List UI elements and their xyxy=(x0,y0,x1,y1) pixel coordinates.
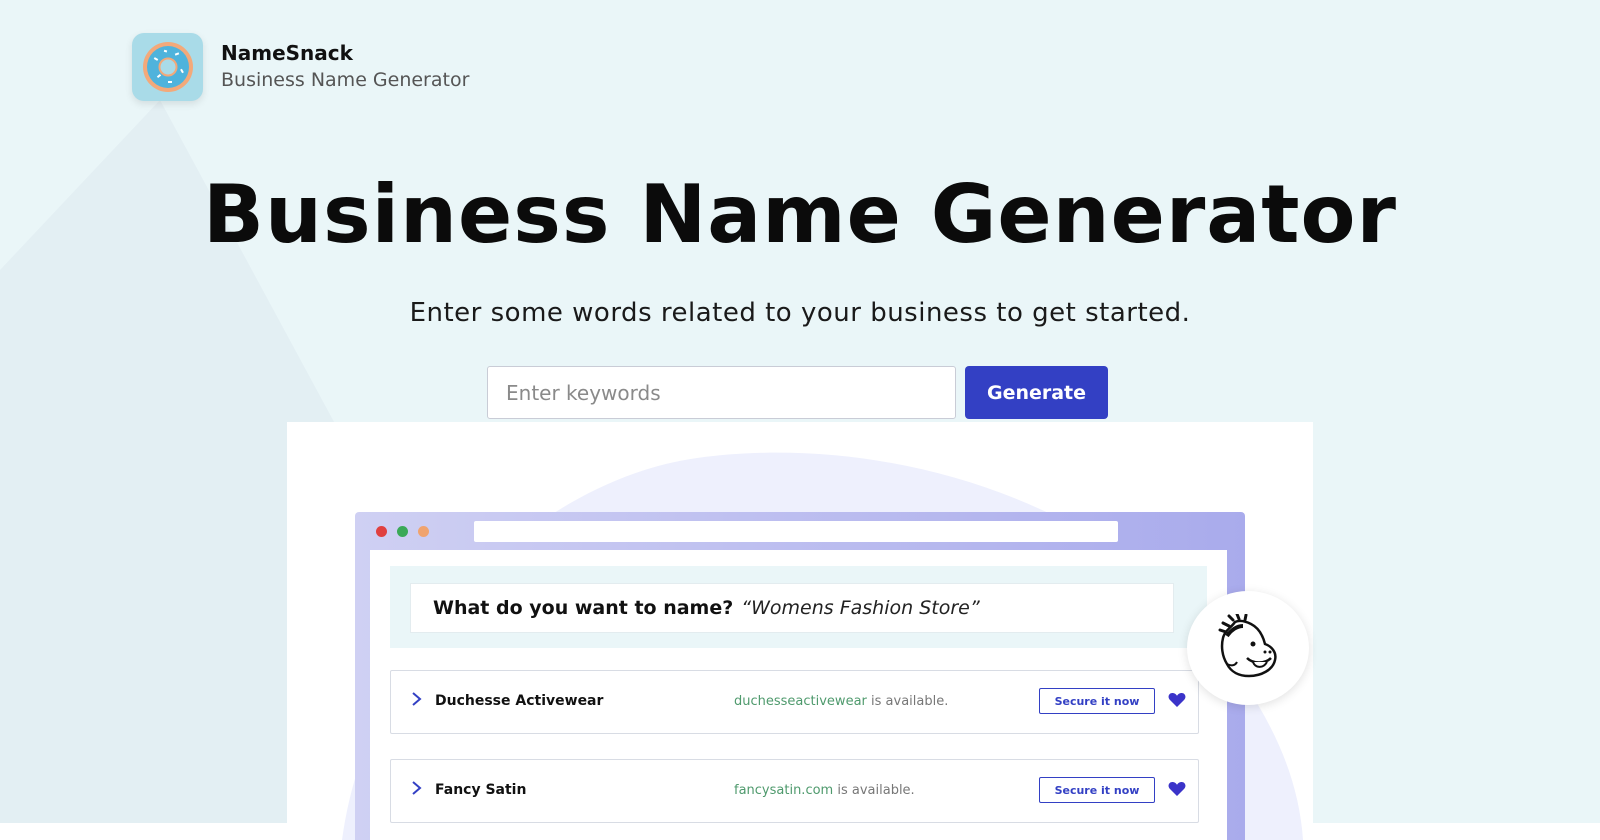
domain-name: duchesseactivewear xyxy=(734,694,867,709)
question-label: What do you want to name? xyxy=(433,597,734,619)
question-value: “Womens Fashion Store” xyxy=(741,597,980,619)
result-name: Fancy Satin xyxy=(435,782,527,798)
domain-name: fancysatin.com xyxy=(734,783,834,798)
window-close-dot xyxy=(376,526,387,537)
search-form: Generate xyxy=(487,366,1108,419)
secure-it-button: Secure it now xyxy=(1039,777,1155,803)
secure-it-button: Secure it now xyxy=(1039,688,1155,714)
result-domain: fancysatin.com is available. xyxy=(734,783,915,798)
question-box: What do you want to name? “Womens Fashio… xyxy=(410,583,1174,633)
page-subtitle: Enter some words related to your busines… xyxy=(409,298,1191,328)
chevron-right-icon xyxy=(412,781,422,795)
heart-icon xyxy=(1168,692,1186,707)
page-title: Business Name Generator xyxy=(203,168,1397,261)
url-bar xyxy=(474,521,1118,542)
heart-icon xyxy=(1168,781,1186,796)
brand[interactable]: NameSnack Business Name Generator xyxy=(132,33,469,101)
browser-mockup: What do you want to name? “Womens Fashio… xyxy=(355,512,1245,840)
result-row: Duchesse Activewear duchesseactivewear i… xyxy=(390,670,1199,734)
brand-name: NameSnack xyxy=(221,41,353,65)
domain-status: is available. xyxy=(871,694,949,709)
donut-icon xyxy=(132,33,203,101)
brand-subtitle: Business Name Generator xyxy=(221,69,470,91)
result-row: Fancy Satin fancysatin.com is available.… xyxy=(390,759,1199,823)
window-maximize-dot xyxy=(397,526,408,537)
illustration-panel: What do you want to name? “Womens Fashio… xyxy=(287,422,1313,840)
result-domain: duchesseactivewear is available. xyxy=(734,694,948,709)
chevron-right-icon xyxy=(412,692,422,706)
browser-toolbar xyxy=(355,512,1245,550)
result-name: Duchesse Activewear xyxy=(435,693,604,709)
question-band: What do you want to name? “Womens Fashio… xyxy=(390,566,1207,648)
window-minimize-dot xyxy=(418,526,429,537)
keywords-input[interactable] xyxy=(487,366,956,419)
domain-status: is available. xyxy=(837,783,915,798)
browser-content: What do you want to name? “Womens Fashio… xyxy=(370,550,1227,840)
mailchimp-freddie-icon xyxy=(1187,591,1309,705)
generate-button[interactable]: Generate xyxy=(965,366,1108,419)
